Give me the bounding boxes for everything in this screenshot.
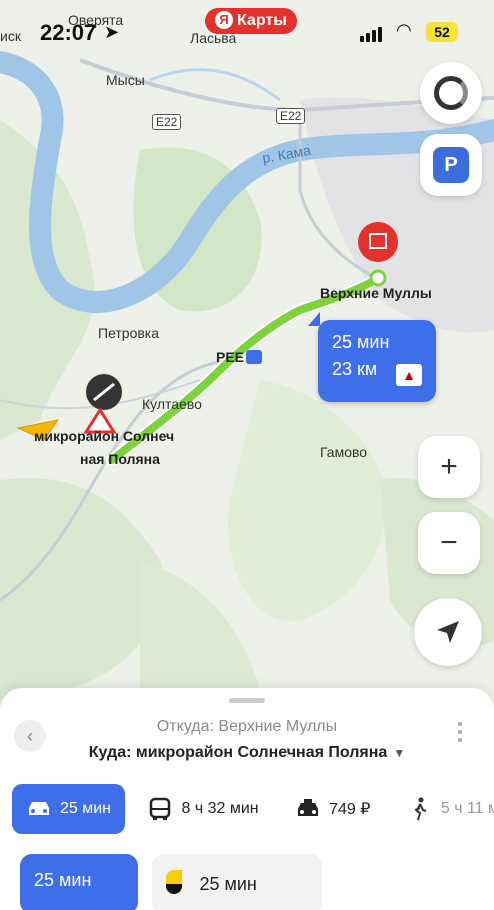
- zoom-out-button[interactable]: −: [418, 512, 480, 574]
- mode-transit-label: 8 ч 32 мин: [181, 800, 259, 817]
- sheet-grabber[interactable]: [229, 698, 265, 703]
- route-variant-time: 25 мин: [199, 874, 257, 894]
- navigation-arrow-icon: [437, 621, 459, 643]
- chevron-down-icon: ▼: [393, 746, 406, 760]
- more-options-icon[interactable]: [458, 722, 464, 746]
- battery-indicator: 52: [426, 22, 458, 42]
- plus-icon: +: [440, 450, 458, 483]
- mode-walk[interactable]: 5 ч 11 мин: [393, 784, 494, 834]
- app-badge[interactable]: Я Карты: [205, 8, 297, 34]
- mode-taxi-label: 749 ₽: [329, 801, 371, 818]
- map-label-petrovka: Петровка: [98, 325, 160, 341]
- wifi-icon: ◠: [396, 20, 412, 40]
- taxi-icon: [295, 796, 321, 822]
- map-canvas[interactable]: иск Оверята Ласьва Мысы E22 E22 р. Кама …: [0, 0, 494, 700]
- map-label-verkhnie-mully: Верхние Муллы: [320, 285, 432, 301]
- cellular-signal-icon: [360, 24, 384, 42]
- route-variant-time: 25 мин: [34, 870, 92, 890]
- yandex-go-icon: [166, 870, 183, 894]
- route-time: 25 мин: [332, 332, 390, 352]
- mode-walk-label: 5 ч 11 мин: [440, 800, 494, 817]
- route-to[interactable]: Куда: микрорайон Солнечная Поляна ▼: [0, 744, 494, 762]
- bubble-tail: [308, 312, 320, 326]
- minus-icon: −: [440, 526, 458, 559]
- parking-button[interactable]: P: [420, 134, 482, 196]
- map-label-destination: микрорайон Солнеч: [34, 428, 175, 444]
- map-label-e22: E22: [152, 114, 182, 130]
- zoom-in-button[interactable]: +: [418, 436, 480, 498]
- status-time: 22:07: [40, 20, 97, 45]
- app-badge-label: Карты: [237, 12, 287, 29]
- route-to-label: Куда: микрорайон Солнечная Поляна: [88, 744, 388, 761]
- parking-icon: P: [433, 147, 469, 183]
- bus-icon: [147, 796, 173, 822]
- map-label-kultaevo: Култаево: [142, 396, 202, 412]
- location-arrow-icon: ➤: [104, 22, 120, 42]
- transport-modes: 25 мин 8 ч 32 мин 749 ₽ 5 ч 11 мин: [12, 784, 494, 834]
- route-variant-card[interactable]: 25 мин: [152, 854, 323, 910]
- car-icon: [26, 796, 52, 822]
- mode-car[interactable]: 25 мин: [12, 784, 126, 834]
- road-warning-icon: ▲: [396, 364, 422, 386]
- route-variant-card[interactable]: 25 мин: [20, 854, 138, 910]
- alice-icon: [434, 76, 468, 110]
- route-variants: 25 мин 25 мин: [20, 854, 494, 910]
- route-info-bubble[interactable]: 25 мин 23 км ▲: [308, 312, 436, 402]
- route-sheet[interactable]: ‹ Откуда: Верхние Муллы Куда: микрорайон…: [0, 688, 494, 910]
- yandex-logo-icon: Я: [215, 11, 233, 29]
- mode-taxi[interactable]: 749 ₽: [281, 784, 384, 834]
- map-label-gamovo: Гамово: [320, 444, 368, 460]
- route-from[interactable]: Откуда: Верхние Муллы: [0, 718, 494, 736]
- my-location-button[interactable]: [414, 598, 482, 666]
- mode-transit[interactable]: 8 ч 32 мин: [133, 784, 272, 834]
- map-label-e22: E22: [276, 108, 306, 124]
- mode-car-label: 25 мин: [60, 800, 112, 817]
- alice-button[interactable]: [420, 62, 482, 124]
- map-label-airport: PEE: [216, 349, 245, 365]
- walk-icon: [407, 796, 433, 822]
- map-label-destination: ная Поляна: [80, 451, 160, 467]
- map-label-mysy: Мысы: [106, 72, 145, 88]
